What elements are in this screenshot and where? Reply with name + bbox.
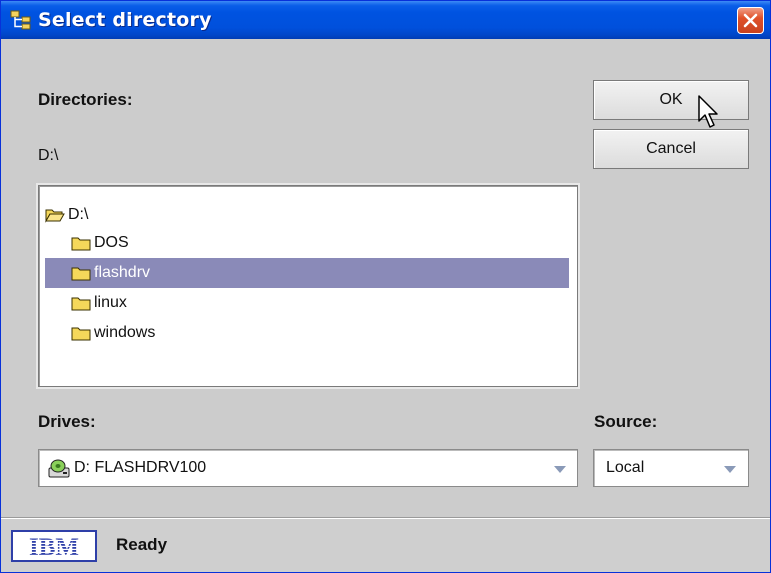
directory-tree-icon	[10, 10, 31, 30]
chevron-down-icon[interactable]	[554, 466, 566, 473]
tree-item-label: linux	[94, 294, 127, 311]
ibm-logo-text: IBM	[29, 534, 79, 560]
cancel-button[interactable]: Cancel	[593, 129, 749, 169]
tree-item-label: flashdrv	[94, 264, 151, 281]
mouse-cursor-icon	[698, 95, 718, 128]
tree-item-label: DOS	[94, 234, 129, 251]
window-title: Select directory	[38, 9, 212, 31]
tree-item-label: D:\	[68, 206, 89, 223]
directory-tree[interactable]: D:\ DOS flashdrv linux windows	[38, 185, 578, 387]
current-path: D:\	[38, 147, 59, 164]
close-button[interactable]	[737, 7, 764, 34]
status-text: Ready	[116, 535, 168, 554]
drive-icon	[48, 459, 70, 478]
ok-button[interactable]: OK	[593, 80, 749, 120]
tree-item-dos[interactable]: DOS	[71, 228, 571, 258]
cancel-button-label: Cancel	[646, 140, 696, 157]
open-folder-icon	[45, 209, 65, 223]
source-dropdown[interactable]: Local	[593, 449, 749, 487]
folder-icon	[71, 297, 91, 311]
tree-item-windows[interactable]: windows	[71, 318, 571, 348]
close-icon	[743, 13, 758, 28]
ok-button-label: OK	[659, 91, 683, 108]
status-bar: IBM Ready	[1, 517, 770, 572]
drives-label: Drives:	[38, 412, 96, 431]
folder-icon	[71, 327, 91, 341]
tree-item-linux[interactable]: linux	[71, 288, 571, 318]
tree-item-flashdrv[interactable]: flashdrv	[45, 258, 569, 288]
folder-icon	[71, 237, 91, 251]
select-directory-dialog: Select directory Directories: D:\ OK Can…	[0, 0, 771, 573]
directories-label: Directories:	[38, 90, 133, 109]
title-bar[interactable]: Select directory	[1, 1, 770, 39]
source-selected-value: Local	[606, 459, 645, 476]
chevron-down-icon[interactable]	[724, 466, 736, 473]
drives-dropdown[interactable]: D: FLASHDRV100	[38, 449, 578, 487]
drives-selected-value: D: FLASHDRV100	[74, 459, 207, 476]
folder-icon	[71, 267, 91, 281]
tree-item-root[interactable]: D:\	[45, 200, 565, 230]
ibm-logo: IBM	[11, 530, 97, 562]
tree-item-label: windows	[94, 324, 156, 341]
source-label: Source:	[594, 412, 658, 431]
